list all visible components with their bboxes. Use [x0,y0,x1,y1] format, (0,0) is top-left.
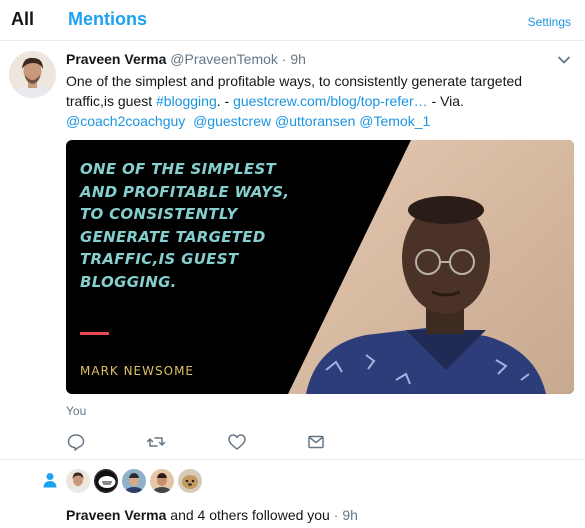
reply-icon[interactable] [66,432,86,452]
mention-link[interactable]: @coach2coachguy [66,113,185,129]
like-icon[interactable] [227,432,247,452]
mention-link[interactable]: @Temok_1 [359,113,430,129]
follow-notification-text: Praveen Verma and 4 others followed you … [66,507,358,523]
tweet[interactable]: Praveen Verma @PraveenTemok · 9h One of … [0,41,585,460]
follower-name[interactable]: Praveen Verma [66,507,166,523]
follow-text: and 4 others followed you [166,507,330,523]
media-quote-text: ONE OF THE SIMPLEST AND PROFITABLE WAYS,… [80,160,290,291]
notifications-tabs: All Mentions Settings [0,0,585,41]
avatar[interactable] [9,51,56,98]
follow-timestamp: 9h [342,507,358,523]
tweet-header: Praveen Verma @PraveenTemok · 9h [66,51,306,67]
follower-avatar[interactable] [122,469,146,493]
chevron-down-icon[interactable] [557,53,571,67]
media-quote-author: MARK NEWSOME [80,364,195,378]
tweet-text-part: . - [216,93,234,109]
follower-avatar[interactable] [66,469,90,493]
follow-notification[interactable]: Praveen Verma and 4 others followed you … [0,460,585,528]
hashtag-link[interactable]: #blogging [156,93,217,109]
tweet-text-part: - Via. [427,93,464,109]
social-context: You [66,404,87,418]
mention-link[interactable]: @guestcrew [193,113,271,129]
tweet-separator: · [277,51,291,67]
retweet-icon[interactable] [146,432,166,452]
message-icon[interactable] [306,432,326,452]
tab-all[interactable]: All [11,9,34,30]
tweet-media-image[interactable]: ONE OF THE SIMPLEST AND PROFITABLE WAYS,… [66,140,574,394]
tweet-text: One of the simplest and profitable ways,… [66,71,571,131]
follower-avatar[interactable] [178,469,202,493]
settings-link[interactable]: Settings [528,15,571,29]
person-icon [43,473,57,488]
follow-separator: · [329,507,343,523]
mention-link[interactable]: @uttoransen [275,113,355,129]
tweet-author-name[interactable]: Praveen Verma [66,51,166,67]
tab-mentions[interactable]: Mentions [68,9,147,30]
tweet-author-handle[interactable]: @PraveenTemok [170,51,278,67]
url-link[interactable]: guestcrew.com/blog/top-refer… [233,93,428,109]
follower-avatar[interactable] [150,469,174,493]
follower-avatar[interactable] [94,469,118,493]
tweet-timestamp[interactable]: 9h [290,51,306,67]
media-divider-bar [80,332,109,335]
tweet-actions [66,432,366,452]
